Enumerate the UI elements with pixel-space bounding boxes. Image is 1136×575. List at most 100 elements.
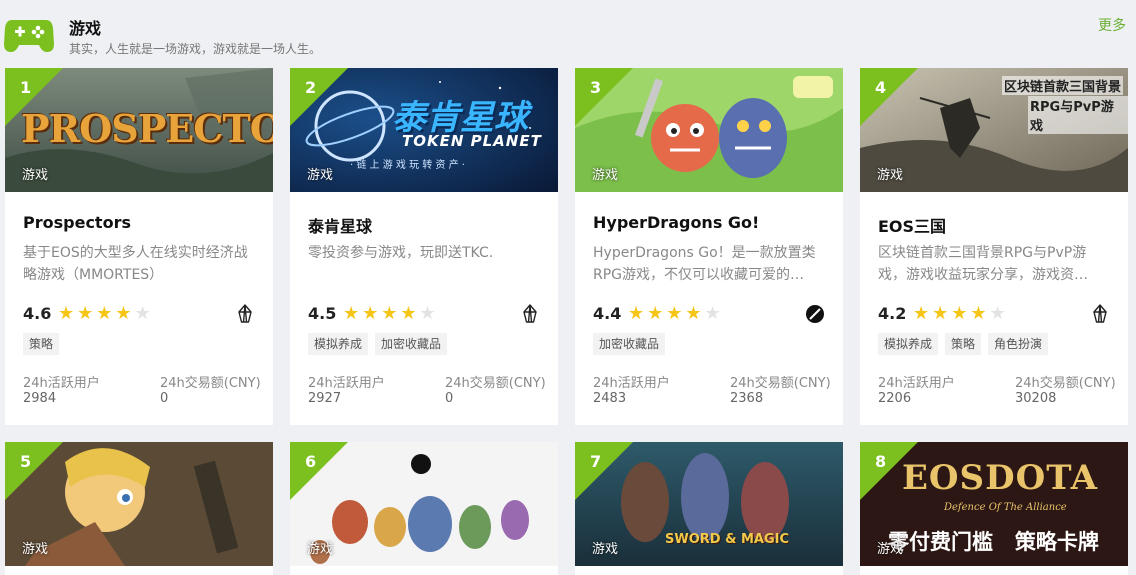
- category-badge: 游戏: [22, 542, 49, 557]
- active-users-label: 24h活跃用户: [593, 376, 670, 391]
- rank-number: 5: [20, 452, 32, 471]
- tag-list: 模拟养成 加密收藏品: [308, 333, 448, 355]
- active-users-label: 24h活跃用户: [23, 376, 100, 391]
- game-banner[interactable]: 3 游戏: [575, 68, 843, 192]
- tag[interactable]: 加密收藏品: [375, 333, 448, 355]
- game-name[interactable]: HyperDragons Go!: [593, 213, 759, 232]
- game-banner[interactable]: PROSPECTORS 1 游戏: [5, 68, 273, 192]
- game-banner[interactable]: 6 游戏: [290, 442, 558, 566]
- eos-icon: [523, 304, 537, 323]
- banner-logo-text: SWORD & MAGIC: [665, 532, 789, 547]
- rank-corner: [5, 442, 63, 500]
- rating-value: 4.2: [878, 304, 907, 323]
- game-banner[interactable]: 泰肯星球 TOKEN PLANET · 链 上 游 戏 玩 转 资 产 · 2 …: [290, 68, 558, 192]
- banner-sub-text: Defence Of The Alliance: [944, 502, 1067, 513]
- rank-number: 3: [590, 78, 602, 97]
- banner-logo-text: EOSDOTA: [902, 458, 1099, 498]
- game-description: HyperDragons Go！是一款放置类RPG游戏，不仅可以收藏可爱的…: [593, 245, 816, 283]
- game-description: 基于EOS的大型多人在线实时经济战略游戏（MMORTES）: [23, 245, 248, 283]
- game-banner[interactable]: EOSDOTA Defence Of The Alliance 零付费门槛 策略…: [860, 442, 1128, 566]
- rank-corner: [290, 68, 348, 126]
- rank-number: 1: [20, 78, 32, 97]
- game-card-5[interactable]: 5 游戏: [5, 442, 273, 575]
- game-name[interactable]: 泰肯星球: [308, 213, 372, 237]
- ontology-icon: [806, 305, 824, 323]
- rank-corner: [290, 442, 348, 500]
- active-users-value: 2483: [593, 391, 627, 406]
- game-banner[interactable]: 5 游戏: [5, 442, 273, 566]
- rating-value: 4.6: [23, 304, 52, 323]
- eos-icon: [238, 304, 252, 323]
- section-subtitle: 其实，人生就是一场游戏，游戏就是一场人生。: [69, 42, 322, 56]
- rank-corner: [5, 68, 63, 126]
- tag[interactable]: 策略: [23, 333, 60, 355]
- star-rating: ★★★★★: [628, 303, 724, 324]
- category-badge: 游戏: [307, 542, 334, 557]
- tag[interactable]: 角色扮演: [988, 333, 1049, 355]
- game-name[interactable]: Prospectors: [23, 213, 131, 232]
- active-users-value: 2984: [23, 391, 57, 406]
- volume-value: 30208: [1015, 391, 1057, 406]
- tag[interactable]: 模拟养成: [878, 333, 939, 355]
- rank-corner: [575, 442, 633, 500]
- rank-number: 8: [875, 452, 887, 471]
- active-users-value: 2206: [878, 391, 912, 406]
- game-card-sword-magic[interactable]: SWORD & MAGIC 7 游戏: [575, 442, 843, 575]
- game-description: 零投资参与游戏，玩即送TKC.: [308, 245, 494, 261]
- game-card-prospectors[interactable]: PROSPECTORS 1 游戏 Prospectors 基于EOS的大型多人在…: [5, 68, 273, 425]
- banner-headline: 区块链首款三国背景: [1002, 76, 1124, 95]
- rating-value: 4.4: [593, 304, 622, 323]
- section-title: 游戏: [69, 19, 102, 38]
- tag-list: 策略: [23, 333, 60, 355]
- volume-value: 0: [160, 391, 169, 406]
- rank-corner: [575, 68, 633, 126]
- section-header: 游戏 其实，人生就是一场游戏，游戏就是一场人生。 更多: [0, 0, 1136, 68]
- game-card-eos-sanguo[interactable]: 区块链首款三国背景 RPG与PvP游戏 4 游戏 EOS三国 区块链首款三国背景…: [860, 68, 1128, 425]
- category-badge: 游戏: [877, 542, 904, 557]
- game-description: 区块链首款三国背景RPG与PvP游戏，游戏收益玩家分享，游戏资…: [878, 245, 1088, 283]
- category-badge: 游戏: [877, 168, 904, 183]
- rank-number: 4: [875, 78, 887, 97]
- game-card-eosdota[interactable]: EOSDOTA Defence Of The Alliance 零付费门槛 策略…: [860, 442, 1128, 575]
- volume-label: 24h交易额(CNY): [1015, 376, 1116, 391]
- volume-label: 24h交易额(CNY): [160, 376, 261, 391]
- active-users-label: 24h活跃用户: [308, 376, 385, 391]
- banner-sub-text: TOKEN PLANET: [402, 132, 542, 150]
- rank-number: 6: [305, 452, 317, 471]
- banner-tagline: 零付费门槛 策略卡牌: [888, 530, 1099, 554]
- tag-list: 模拟养成 策略 角色扮演: [878, 333, 1049, 355]
- game-name[interactable]: EOS三国: [878, 213, 946, 237]
- star-rating: ★★★★★: [343, 303, 439, 324]
- tag[interactable]: 加密收藏品: [593, 333, 666, 355]
- rating-value: 4.5: [308, 304, 337, 323]
- gamepad-icon: [4, 20, 54, 52]
- game-card-hyperdragons[interactable]: 3 游戏 HyperDragons Go! HyperDragons Go！是一…: [575, 68, 843, 425]
- banner-sub-text: RPG与PvP游戏: [1028, 96, 1128, 134]
- rank-corner: [860, 442, 918, 500]
- banner-tagline: · 链 上 游 戏 玩 转 资 产 ·: [350, 160, 465, 171]
- rank-number: 7: [590, 452, 602, 471]
- volume-value: 0: [445, 391, 454, 406]
- rank-corner: [860, 68, 918, 126]
- volume-value: 2368: [730, 391, 764, 406]
- rank-number: 2: [305, 78, 317, 97]
- active-users-value: 2927: [308, 391, 342, 406]
- eos-icon: [1093, 304, 1107, 323]
- volume-label: 24h交易额(CNY): [730, 376, 831, 391]
- category-badge: 游戏: [592, 542, 619, 557]
- category-badge: 游戏: [307, 168, 334, 183]
- game-banner[interactable]: SWORD & MAGIC 7 游戏: [575, 442, 843, 566]
- tag[interactable]: 策略: [945, 333, 982, 355]
- category-badge: 游戏: [22, 168, 49, 183]
- tag[interactable]: 模拟养成: [308, 333, 369, 355]
- more-link[interactable]: 更多: [1098, 15, 1126, 35]
- category-badge: 游戏: [592, 168, 619, 183]
- volume-label: 24h交易额(CNY): [445, 376, 546, 391]
- star-rating: ★★★★★: [913, 303, 1009, 324]
- star-rating: ★★★★★: [58, 303, 154, 324]
- game-card-6[interactable]: 6 游戏: [290, 442, 558, 575]
- tag-list: 加密收藏品: [593, 333, 666, 355]
- active-users-label: 24h活跃用户: [878, 376, 955, 391]
- game-card-token-planet[interactable]: 泰肯星球 TOKEN PLANET · 链 上 游 戏 玩 转 资 产 · 2 …: [290, 68, 558, 425]
- game-banner[interactable]: 区块链首款三国背景 RPG与PvP游戏 4 游戏: [860, 68, 1128, 192]
